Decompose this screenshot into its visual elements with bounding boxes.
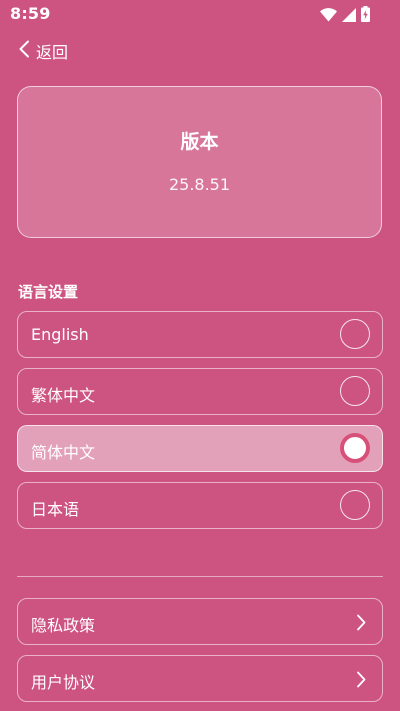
chevron-left-icon bbox=[18, 40, 30, 62]
version-card: 版本 25.8.51 bbox=[17, 86, 382, 238]
version-number: 25.8.51 bbox=[168, 175, 231, 194]
radio-button[interactable] bbox=[340, 376, 370, 406]
user-agreement-label: 用户协议 bbox=[31, 673, 96, 692]
language-option-label: English bbox=[31, 325, 89, 344]
language-option-simplified-chinese[interactable]: 简体中文 bbox=[17, 425, 383, 472]
divider bbox=[17, 576, 383, 577]
privacy-policy-label: 隐私政策 bbox=[31, 616, 96, 635]
radio-button[interactable] bbox=[340, 319, 370, 349]
language-option-label: 繁体中文 bbox=[31, 386, 96, 405]
language-option-label: 日本语 bbox=[31, 500, 80, 519]
privacy-policy-link[interactable]: 隐私政策 bbox=[17, 598, 383, 645]
language-section-title: 语言设置 bbox=[18, 283, 79, 301]
chevron-right-icon bbox=[356, 671, 366, 692]
language-option-japanese[interactable]: 日本语 bbox=[17, 482, 383, 529]
battery-charging-icon bbox=[361, 6, 370, 26]
back-label: 返回 bbox=[36, 43, 69, 62]
status-bar: 8:59 bbox=[0, 0, 400, 28]
language-option-traditional-chinese[interactable]: 繁体中文 bbox=[17, 368, 383, 415]
radio-button[interactable] bbox=[340, 490, 370, 520]
chevron-right-icon bbox=[356, 614, 366, 635]
user-agreement-link[interactable]: 用户协议 bbox=[17, 655, 383, 702]
language-option-label: 简体中文 bbox=[31, 443, 96, 462]
language-option-english[interactable]: English bbox=[17, 311, 383, 358]
back-button[interactable]: 返回 bbox=[18, 38, 68, 64]
version-title: 版本 bbox=[180, 131, 219, 153]
radio-button-selected[interactable] bbox=[340, 433, 370, 463]
wifi-icon bbox=[320, 7, 337, 26]
status-icons bbox=[320, 6, 370, 26]
cellular-signal-icon bbox=[342, 7, 356, 26]
status-time: 8:59 bbox=[10, 4, 51, 23]
